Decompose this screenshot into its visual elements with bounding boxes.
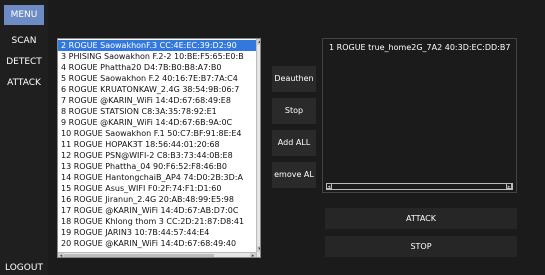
scroll-right-icon[interactable]: ▸	[250, 253, 256, 257]
target-list[interactable]: 1 ROGUE true_home2G_7A2 40:3D:EC:DD:B7 ◂…	[322, 38, 517, 193]
top-bar	[48, 5, 545, 25]
sidebar: MENU SCAN DETECT ATTACK LOGOUT	[0, 0, 48, 275]
sidebar-item-attack[interactable]: ATTACK	[0, 78, 48, 88]
list-item[interactable]: 1 ROGUE true_home2G_7A2 40:3D:EC:DD:B7	[329, 43, 510, 53]
deauthen-button[interactable]: Deauthen	[272, 66, 316, 92]
list-item[interactable]: 9 ROGUE @KARIN_WiFi 14:4D:67:6B:9A:0C	[58, 117, 256, 128]
horizontal-scrollbar[interactable]: ◂ ▸	[58, 252, 256, 257]
scroll-down-icon[interactable]: ▾	[257, 246, 260, 252]
stop-button[interactable]: Stop	[272, 98, 316, 124]
list-item[interactable]: 19 ROGUE JARIN3 10:7B:44:57:44:E4	[58, 227, 256, 238]
list-item[interactable]: 4 ROGUE Phattha20 D4:7B:B0:B8:A7:B0	[58, 62, 256, 73]
list-item[interactable]: 12 ROGUE PSN@WIFI-2 C8:B3:73:44:0B:E8	[58, 150, 256, 161]
add-all-button[interactable]: Add ALL	[272, 130, 316, 156]
list-item[interactable]: 11 ROGUE HOPAK3T 18:56:44:01:20:68	[58, 139, 256, 150]
list-item[interactable]: 2 ROGUE SaowakhonF.3 CC:4E:EC:39:D2:90	[58, 40, 256, 51]
list-item[interactable]: 7 ROGUE @KARIN_WiFi 14:4D:67:68:49:E8	[58, 95, 256, 106]
sidebar-item-detect[interactable]: DETECT	[0, 57, 48, 67]
scroll-up-icon[interactable]: ▴	[257, 39, 260, 45]
list-item[interactable]: 15 ROGUE Asus_WIFI F0:2F:74:F1:D1:60	[58, 183, 256, 194]
target-horizontal-scrollbar[interactable]: ◂ ▸	[326, 183, 513, 190]
stop-attack-button[interactable]: STOP	[325, 236, 517, 257]
sidebar-item-scan[interactable]: SCAN	[0, 36, 48, 46]
scroll-right-icon[interactable]: ▸	[506, 183, 512, 190]
list-item[interactable]: 14 ROGUE HantongchaiB_AP4 74:D0:2B:3D:A	[58, 172, 256, 183]
list-item[interactable]: 10 ROGUE Saowakhon F.1 50:C7:BF:91:8E:E4	[58, 128, 256, 139]
attack-button[interactable]: ATTACK	[325, 208, 517, 229]
network-list[interactable]: 2 ROGUE SaowakhonF.3 CC:4E:EC:39:D2:90 3…	[57, 38, 261, 258]
list-item[interactable]: 20 ROGUE @KARIN_WiFi 14:4D:67:68:49:40	[58, 238, 256, 249]
remove-all-button[interactable]: emove AL	[272, 162, 316, 188]
scroll-left-icon[interactable]: ◂	[326, 183, 332, 190]
scrollbar-thumb[interactable]	[64, 254, 214, 257]
list-item[interactable]: 3 PHISING Saowakhon F.2-2 10:BE:F5:65:E0…	[58, 51, 256, 62]
vertical-scrollbar[interactable]: ▴ ▾	[256, 39, 260, 257]
menu-button[interactable]: MENU	[4, 5, 44, 25]
list-item[interactable]: 13 ROGUE Phattha_04 90:F6:52:F8:46:B0	[58, 161, 256, 172]
list-item[interactable]: 17 ROGUE @KARIN_WiFi 14:4D:67:AB:D7:0C	[58, 205, 256, 216]
list-item[interactable]: 8 ROGUE STATSION C8:3A:35:78:92:E1	[58, 106, 256, 117]
list-item[interactable]: 16 ROGUE Jiranun_2.4G 20:AB:48:99:E5:98	[58, 194, 256, 205]
list-item[interactable]: 18 ROGUE Khlong thom 3 CC:2D:21:87:D8:41	[58, 216, 256, 227]
logout-button[interactable]: LOGOUT	[0, 263, 48, 273]
list-item[interactable]: 6 ROGUE KRUATONKAW_2.4G 38:54:9B:06:7	[58, 84, 256, 95]
app-screen: MENU SCAN DETECT ATTACK LOGOUT 2 ROGUE S…	[0, 0, 545, 275]
list-item[interactable]: 5 ROGUE Saowakhon F.2 40:16:7E:B7:7A:C4	[58, 73, 256, 84]
